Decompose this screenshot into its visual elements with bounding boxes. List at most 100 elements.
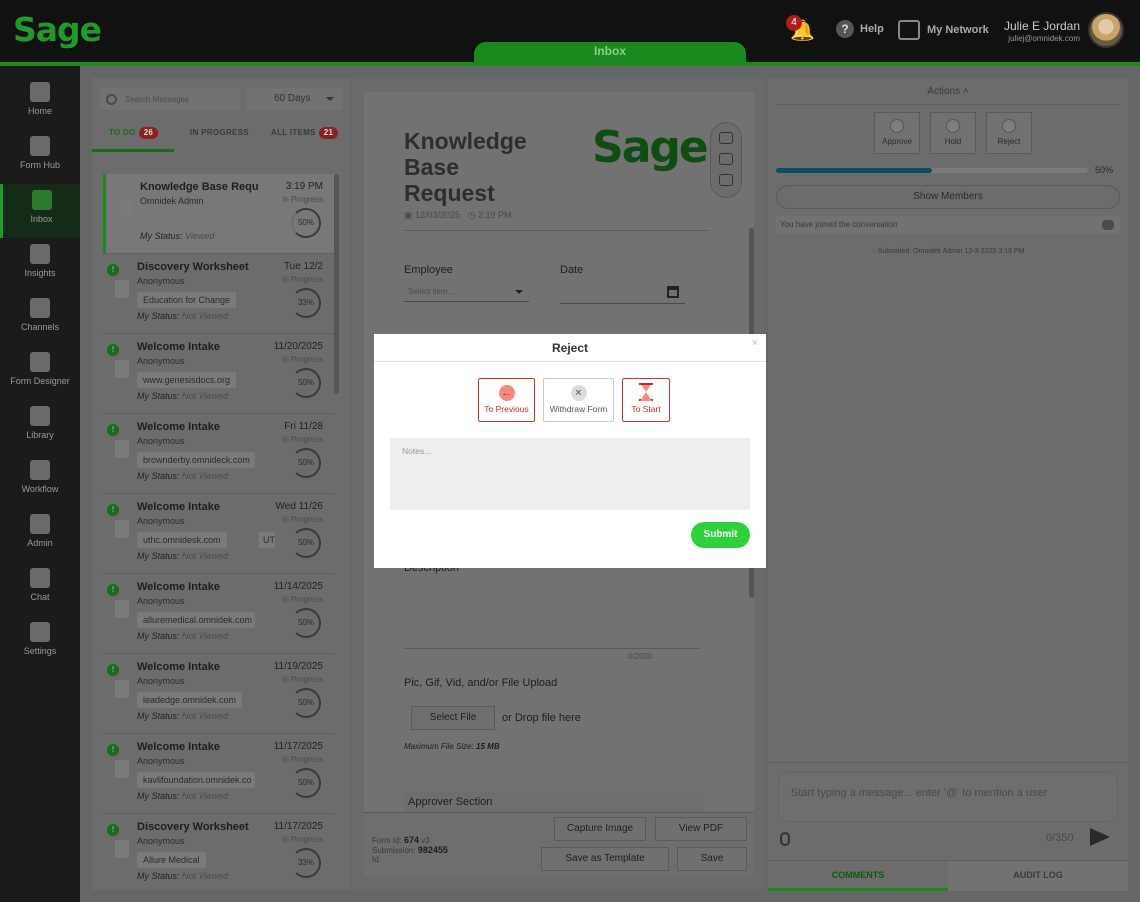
sidebar-item-settings[interactable]: Settings bbox=[0, 616, 80, 670]
sidebar-item-label: Channels bbox=[20, 322, 60, 332]
unread-indicator-icon: ! bbox=[107, 424, 119, 436]
sage-logo[interactable]: Sage bbox=[13, 10, 102, 49]
withdraw-form-button[interactable]: × Withdraw Form bbox=[543, 378, 614, 422]
date-field[interactable] bbox=[560, 282, 685, 304]
comments-icon[interactable] bbox=[719, 153, 733, 165]
status-label: My Status: bbox=[137, 311, 180, 321]
list-item[interactable]: ! Welcome Intake Anonymous brownderby.omnid… bbox=[103, 414, 335, 494]
list-item[interactable]: ! Welcome Intake Anonymous uthc.omnidesk.co… bbox=[103, 494, 335, 574]
item-tag: Allure Medical bbox=[137, 852, 206, 868]
to-previous-button[interactable]: ← To Previous bbox=[478, 378, 535, 422]
approve-button[interactable]: Approve bbox=[874, 112, 920, 154]
employee-select[interactable]: Select item... bbox=[404, 282, 529, 302]
submission-id: Submission: 982455 bbox=[372, 845, 448, 855]
actions-label: Actions bbox=[927, 86, 961, 97]
date-range-select[interactable]: 60 Days bbox=[246, 88, 342, 110]
unread-indicator-icon: ! bbox=[107, 344, 119, 356]
document-icon bbox=[118, 200, 132, 218]
description-field[interactable] bbox=[404, 648, 700, 649]
calendar-icon[interactable] bbox=[667, 286, 679, 298]
item-tag: alluremedical.omnidek.com bbox=[137, 612, 255, 628]
item-date: 11/14/2025 bbox=[273, 581, 323, 592]
sidebar-item-inbox[interactable]: Inbox bbox=[0, 184, 80, 238]
status-value: Not Viewed bbox=[182, 311, 228, 321]
message-input[interactable]: Start typing a message... enter '@' to m… bbox=[778, 772, 1118, 822]
drop-zone-text[interactable]: or Drop file here bbox=[502, 712, 581, 724]
item-progress-label: In Progress bbox=[282, 835, 323, 844]
item-title: Discovery Worksheet bbox=[137, 821, 249, 833]
paperclip-icon[interactable] bbox=[780, 832, 790, 846]
item-sender: Omnidek Admin bbox=[140, 196, 204, 206]
unread-indicator-icon: ! bbox=[107, 824, 119, 836]
sidebar-item-insights[interactable]: Insights bbox=[0, 238, 80, 292]
item-progress-label: In Progress bbox=[282, 755, 323, 764]
chevron-right-icon[interactable] bbox=[719, 132, 733, 144]
layers-icon[interactable] bbox=[719, 174, 733, 186]
save-button[interactable]: Save bbox=[677, 847, 747, 871]
employee-label: Employee bbox=[404, 264, 453, 276]
status-value: Viewed bbox=[185, 231, 215, 241]
sidebar-item-form-designer[interactable]: Form Designer bbox=[0, 346, 80, 400]
item-status: My Status: Viewed bbox=[140, 231, 214, 241]
sidebar-item-workflow[interactable]: Workflow bbox=[0, 454, 80, 508]
tab-all-items[interactable]: ALL ITEMS 21 bbox=[271, 124, 349, 152]
sidebar-item-channels[interactable]: Channels bbox=[0, 292, 80, 346]
close-icon[interactable]: × bbox=[752, 337, 758, 349]
list-item[interactable]: ! Discovery Worksheet Anonymous Allure Medi… bbox=[103, 814, 335, 890]
sidebar-item-home[interactable]: Home bbox=[0, 76, 80, 130]
tab-to-do[interactable]: TO DO 26 bbox=[92, 124, 174, 152]
capture-image-button[interactable]: Capture Image bbox=[554, 817, 646, 841]
divider bbox=[776, 104, 1120, 105]
help-button[interactable]: ? Help bbox=[836, 20, 884, 38]
list-item[interactable]: ! Welcome Intake Anonymous kavlifoundation.… bbox=[103, 734, 335, 814]
members-icon[interactable] bbox=[1102, 220, 1114, 230]
avatar[interactable] bbox=[1088, 12, 1124, 48]
submit-button[interactable]: Submit bbox=[691, 522, 750, 548]
unread-indicator-icon: ! bbox=[107, 504, 119, 516]
search-input[interactable]: Search Messages bbox=[100, 88, 240, 110]
top-bar: Sage Inbox 🔔 4 ? Help My Network Julie E… bbox=[0, 0, 1140, 66]
actions-header[interactable]: Actions ˄ bbox=[768, 86, 1128, 97]
user-name[interactable]: Julie E Jordan bbox=[1004, 19, 1080, 33]
my-network-button[interactable]: My Network bbox=[898, 20, 989, 40]
sidebar-item-label: Settings bbox=[23, 646, 57, 656]
admin-icon bbox=[30, 514, 50, 534]
sidebar-item-chat[interactable]: Chat bbox=[0, 562, 80, 616]
item-title: Welcome Intake bbox=[137, 661, 220, 673]
list-scrollbar[interactable] bbox=[334, 174, 339, 394]
tab-in-progress[interactable]: IN PROGRESS bbox=[190, 124, 260, 152]
item-date: Fri 11/28 bbox=[284, 421, 323, 432]
to-start-label: To Start bbox=[631, 404, 661, 414]
sidebar-item-admin[interactable]: Admin bbox=[0, 508, 80, 562]
save-as-template-button[interactable]: Save as Template bbox=[541, 847, 669, 871]
tab-audit-log[interactable]: AUDIT LOG bbox=[948, 861, 1128, 891]
sidebar-item-library[interactable]: Library bbox=[0, 400, 80, 454]
list-item[interactable]: ! Welcome Intake Anonymous alluremedical.om… bbox=[103, 574, 335, 654]
form-designer-icon bbox=[30, 352, 50, 372]
sidebar-item-label: Insights bbox=[24, 268, 56, 278]
to-start-button[interactable]: To Start bbox=[622, 378, 670, 422]
sidebar-item-form-hub[interactable]: Form Hub bbox=[0, 130, 80, 184]
notes-field[interactable] bbox=[390, 438, 750, 510]
progress-ring: 50% bbox=[291, 608, 321, 638]
status-value: Not Viewed bbox=[182, 711, 228, 721]
send-icon[interactable] bbox=[1090, 828, 1110, 846]
hold-button[interactable]: Hold bbox=[930, 112, 976, 154]
reject-button[interactable]: Reject bbox=[986, 112, 1032, 154]
tab-comments[interactable]: COMMENTS bbox=[768, 861, 948, 891]
status-value: Not Viewed bbox=[182, 391, 228, 401]
unread-indicator-icon: ! bbox=[107, 264, 119, 276]
view-pdf-button[interactable]: View PDF bbox=[655, 817, 747, 841]
list-item[interactable]: ! Discovery Worksheet Anonymous Education f… bbox=[103, 254, 335, 334]
status-label: My Status: bbox=[140, 231, 183, 241]
hold-label: Hold bbox=[944, 137, 962, 146]
item-date: Wed 11/26 bbox=[275, 501, 323, 512]
show-members-button[interactable]: Show Members bbox=[776, 185, 1120, 209]
select-file-button[interactable]: Select File bbox=[411, 706, 495, 730]
upload-label: Pic, Gif, Vid, and/or File Upload bbox=[404, 677, 558, 689]
item-progress-label: In Progress bbox=[282, 195, 323, 204]
list-item[interactable]: ! Welcome Intake Anonymous leadedge.omnidek… bbox=[103, 654, 335, 734]
list-item[interactable]: Knowledge Base Requ Omnidek Admin My Statu… bbox=[103, 174, 335, 254]
list-item[interactable]: ! Welcome Intake Anonymous www.genesisdocs.… bbox=[103, 334, 335, 414]
item-status: My Status: Not Viewed bbox=[137, 711, 228, 721]
